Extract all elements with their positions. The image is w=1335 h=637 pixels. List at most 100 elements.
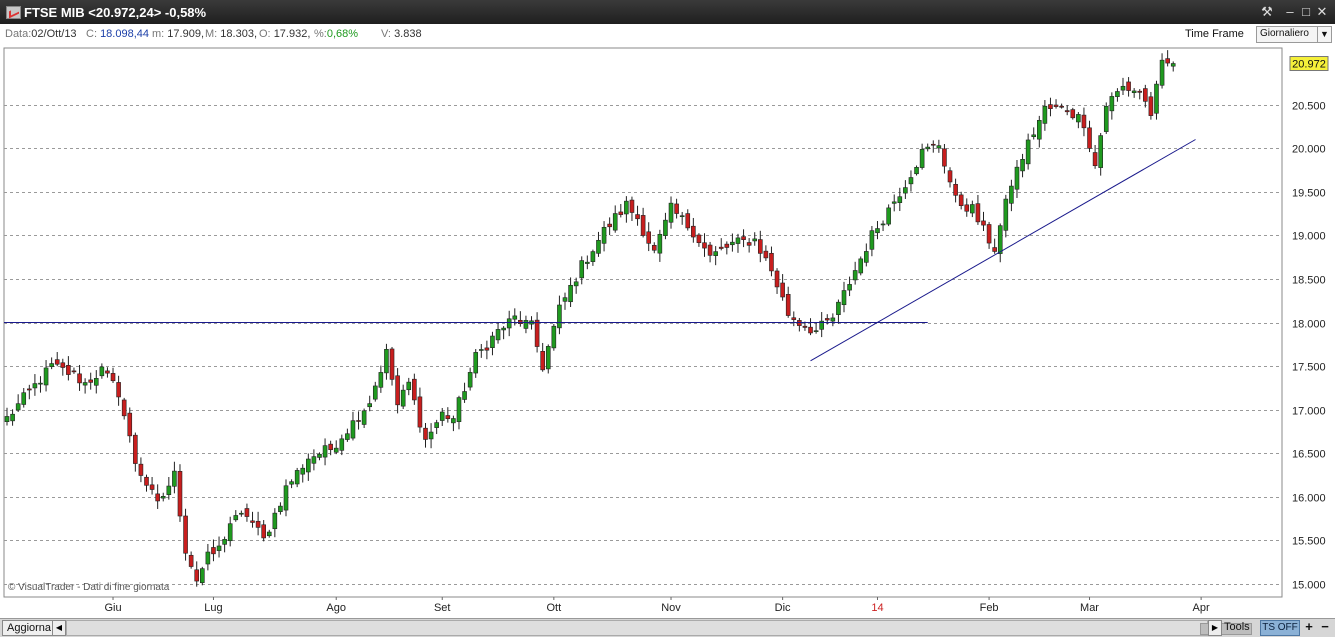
horizontal-scrollbar[interactable]: [66, 620, 1252, 636]
candle-body-down: [183, 515, 188, 554]
candle-body-up: [936, 145, 942, 149]
candle-body-up: [322, 445, 328, 458]
candle-body-up: [478, 349, 484, 351]
x-tick-label: Apr: [1193, 602, 1210, 614]
candle-body-up: [495, 329, 501, 341]
candle-body-up: [903, 187, 908, 194]
candle-body-up: [216, 545, 222, 551]
candle-body-up: [222, 539, 227, 545]
candle-body-up: [345, 433, 350, 440]
candle-body-up: [43, 367, 49, 386]
candle: [1103, 102, 1109, 134]
candle-body-up: [306, 458, 311, 473]
candle-body-down: [54, 359, 60, 365]
y-tick-label: 15.000: [1292, 580, 1326, 592]
candle-body-up: [49, 363, 54, 368]
candle-body-down: [412, 378, 417, 401]
candle-body-down: [1165, 58, 1170, 64]
candle-body-down: [110, 373, 116, 382]
candle-body-up: [568, 284, 573, 303]
candle-body-down: [244, 508, 250, 517]
candle-body-down: [105, 370, 110, 374]
candle-body-up: [434, 422, 439, 428]
settings-icon[interactable]: ⚒: [1259, 4, 1275, 19]
candle-body-down: [328, 443, 333, 451]
x-tick-label: Ott: [547, 602, 562, 614]
minimize-button[interactable]: –: [1282, 4, 1298, 19]
tools-button[interactable]: Tools: [1224, 620, 1250, 634]
y-tick-label: 19.000: [1292, 231, 1326, 243]
zoom-out-button[interactable]: −: [1318, 619, 1332, 634]
candle-body-down: [188, 554, 194, 567]
scroll-left-icon[interactable]: ◀: [52, 620, 66, 636]
candle-body-up: [93, 378, 99, 386]
candle-body-down: [953, 183, 958, 196]
candle-body-up: [624, 200, 629, 215]
scroll-right-icon[interactable]: ▶: [1208, 620, 1222, 636]
candle-body-up: [545, 346, 551, 370]
candle-body-down: [797, 320, 802, 326]
x-tick-label: Mar: [1080, 602, 1099, 614]
candle-body-down: [785, 294, 791, 316]
candle-body-down: [718, 246, 724, 249]
candle-body-down: [149, 484, 155, 490]
candle: [200, 566, 205, 586]
candle-body-up: [172, 470, 177, 487]
candle-body-down: [651, 244, 657, 251]
chevron-down-icon[interactable]: ▼: [1317, 27, 1331, 42]
candle-body-up: [439, 411, 445, 421]
y-tick-label: 16.500: [1292, 449, 1326, 461]
candle-body-up: [573, 281, 579, 287]
candle-body-up: [311, 456, 317, 464]
time-frame-select[interactable]: Giornaliero ▼: [1256, 26, 1332, 43]
candle-body-up: [160, 496, 166, 499]
candle-body-up: [372, 385, 378, 400]
candle-body-up: [166, 485, 172, 495]
candle-body-down: [395, 375, 400, 406]
candle-body-up: [467, 372, 473, 388]
candle-body-down: [423, 427, 428, 440]
price-chart[interactable]: 15.000 15.500 16.000 16.500 17.000 17.500 18.0…: [0, 44, 1335, 618]
candle-body-up: [679, 215, 685, 218]
candle-body-up: [15, 403, 21, 411]
y-tick-label: 18.000: [1292, 319, 1326, 331]
candle-body-down: [518, 319, 523, 324]
last-price-label: 20.972: [1292, 59, 1326, 71]
candle-body-down: [702, 242, 707, 249]
chart-app-icon: [6, 6, 21, 19]
candle-body-down: [1064, 110, 1070, 113]
candle-body-down: [1087, 127, 1092, 149]
candle-body-down: [121, 399, 127, 417]
candle-body-up: [506, 318, 512, 329]
candle-body-down: [930, 143, 936, 146]
candle-body-up: [239, 512, 244, 515]
candlestick-chart[interactable]: 15.000 15.500 16.000 16.500 17.000 17.500 18.0…: [0, 44, 1335, 618]
ts-toggle-button[interactable]: TS OFF: [1260, 620, 1300, 636]
candle-body-up: [1076, 114, 1081, 123]
candle-body-up: [1120, 85, 1126, 91]
candle-body-down: [746, 242, 752, 246]
candle-body-up: [914, 167, 919, 175]
restore-button[interactable]: □: [1298, 4, 1314, 19]
volume-readout: V: 3.838: [381, 28, 422, 40]
candle-body-down: [685, 213, 691, 229]
close-button[interactable]: ✕: [1314, 4, 1330, 19]
candle-body-up: [551, 325, 557, 349]
candle-body-up: [562, 297, 568, 302]
candle-body-up: [590, 251, 596, 262]
candle-body-down: [445, 415, 451, 420]
refresh-button[interactable]: Aggiorna: [2, 620, 57, 636]
candle-body-up: [880, 223, 886, 226]
candle-body-down: [1059, 105, 1064, 108]
candle-body-down: [607, 223, 612, 228]
candle-body-down: [696, 234, 702, 244]
y-tick-label: 19.500: [1292, 188, 1326, 200]
candle-body-down: [127, 412, 133, 437]
zoom-in-button[interactable]: +: [1302, 619, 1316, 634]
candle: [551, 323, 557, 351]
candle-body-down: [255, 520, 261, 528]
candle-body-down: [757, 239, 763, 254]
candle-body-down: [947, 170, 953, 183]
candle-body-up: [1154, 83, 1159, 114]
candle-body-up: [1009, 185, 1014, 204]
